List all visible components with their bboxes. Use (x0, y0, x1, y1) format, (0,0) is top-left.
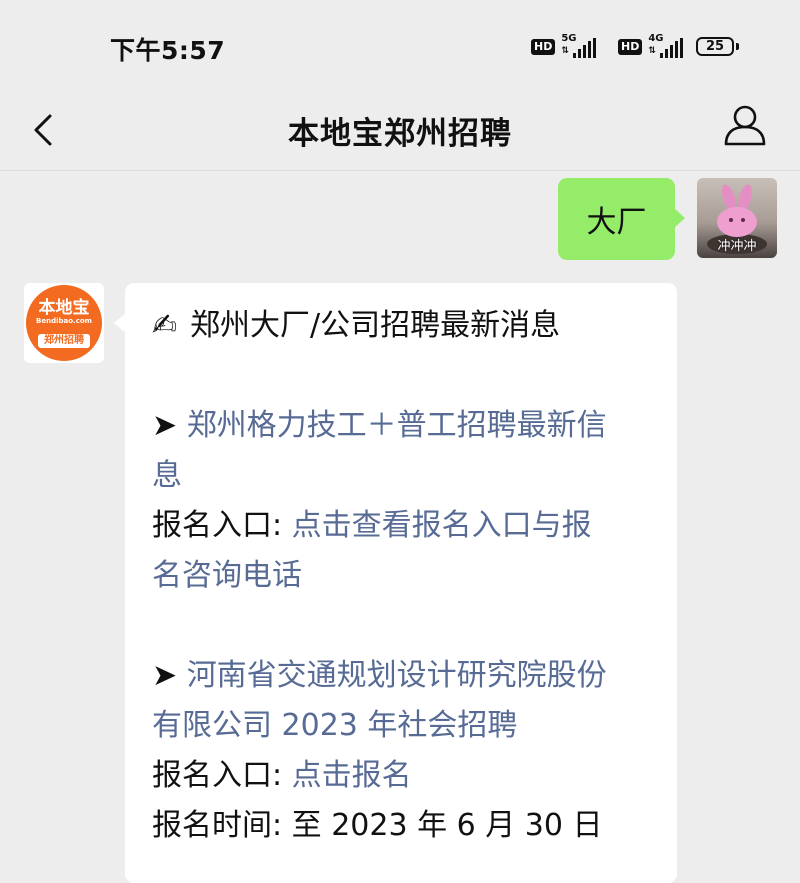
outgoing-message-bubble[interactable]: 大厂 (558, 178, 675, 260)
account-avatar[interactable]: 本地宝 Bendibao.com 郑州招聘 (24, 283, 104, 363)
job-title-link-continued[interactable]: 有限公司 2023 年社会招聘 (152, 701, 653, 751)
signal-icon: 4G ⇅ (648, 33, 688, 58)
message-headline: ✍ 郑州大厂/公司招聘最新消息 (152, 301, 653, 351)
signup-link-continued[interactable]: 名咨询电话 (152, 551, 653, 601)
nav-bar: 本地宝郑州招聘 (0, 92, 800, 171)
signup-row: 报名入口: 点击查看报名入口与报 (152, 501, 653, 551)
page-title: 本地宝郑州招聘 (288, 116, 512, 152)
job-title-link[interactable]: 河南省交通规划设计研究院股份 (187, 658, 607, 693)
status-time: 下午5:57 (110, 36, 226, 65)
hd-badge: HD (531, 39, 556, 55)
outgoing-bubble-tail (674, 208, 685, 228)
outgoing-message-text: 大厂 (586, 205, 647, 240)
signup-time-label: 报名时间: (152, 808, 283, 843)
data-arrows-icon: ⇅ (648, 46, 656, 56)
arrow-bullet-icon: ➤ (152, 658, 178, 693)
sim2-signal: HD 4G ⇅ (618, 33, 688, 58)
sim1-signal: HD 5G ⇅ (531, 33, 601, 58)
signup-time-row: 报名时间: 至 2023 年 6 月 30 日 (152, 801, 653, 851)
data-arrows-icon: ⇅ (561, 46, 569, 56)
signup-row: 报名入口: 点击报名 (152, 751, 653, 801)
hd-badge: HD (618, 39, 643, 55)
arrow-bullet-icon: ➤ (152, 408, 178, 443)
account-logo-url: Bendibao.com (36, 317, 92, 325)
account-logo-text: 本地宝 (38, 298, 90, 318)
battery-icon: 25 (696, 37, 734, 56)
job-title-link[interactable]: 郑州格力技工＋普工招聘最新信 (187, 408, 607, 443)
job-item-title[interactable]: ➤ 河南省交通规划设计研究院股份 (152, 651, 653, 701)
avatar-caption: 冲冲冲 (717, 239, 757, 254)
account-logo-city: 郑州招聘 (38, 334, 90, 348)
battery-tip (736, 43, 739, 50)
signal-icon: 5G ⇅ (561, 33, 601, 58)
writing-hand-icon: ✍ (152, 308, 178, 343)
job-title-link-continued[interactable]: 息 (152, 451, 653, 501)
incoming-message-bubble: ✍ 郑州大厂/公司招聘最新消息 ➤ 郑州格力技工＋普工招聘最新信 息 报名入口: … (125, 283, 677, 883)
person-icon[interactable] (722, 102, 768, 148)
signup-label: 报名入口: (152, 758, 283, 793)
signup-link[interactable]: 点击查看报名入口与报 (292, 508, 592, 543)
signup-link[interactable]: 点击报名 (292, 758, 412, 793)
signup-time-value: 至 2023 年 6 月 30 日 (291, 808, 603, 843)
status-bar: 下午5:57 HD 5G ⇅ HD 4G ⇅ 25 (0, 0, 800, 92)
user-avatar[interactable]: 冲冲冲 (697, 178, 777, 258)
job-item-title[interactable]: ➤ 郑州格力技工＋普工招聘最新信 (152, 401, 653, 451)
signup-label: 报名入口: (152, 508, 283, 543)
headline-text: 郑州大厂/公司招聘最新消息 (190, 308, 561, 343)
